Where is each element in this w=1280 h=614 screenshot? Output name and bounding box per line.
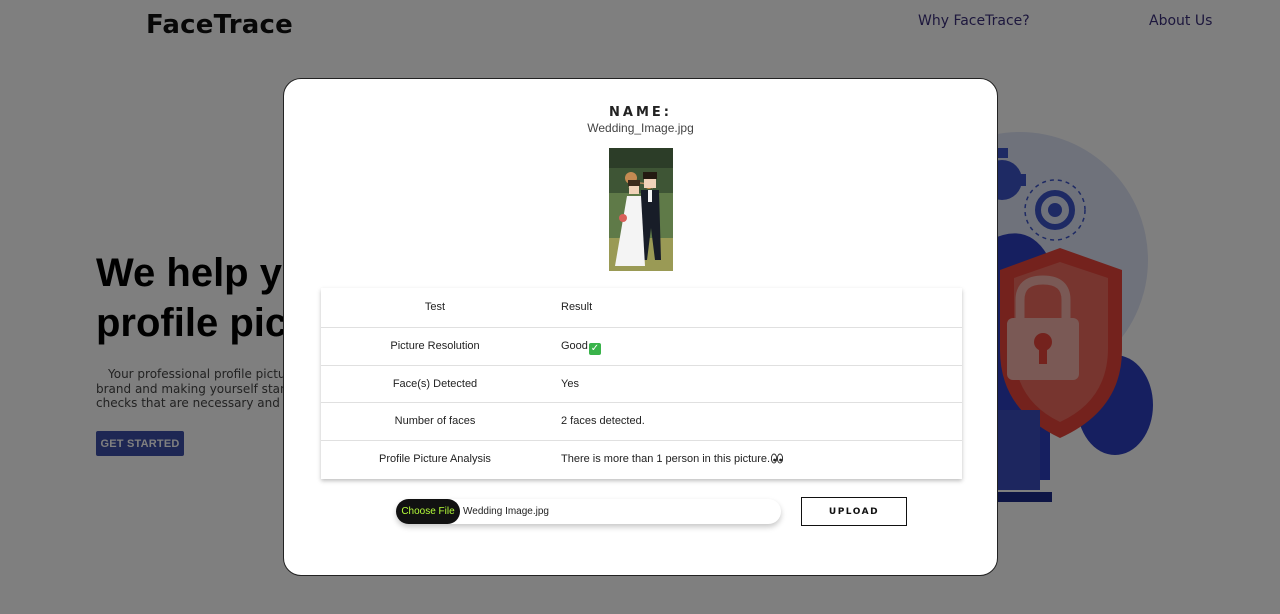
column-header-result: Result [561, 301, 593, 313]
file-name: Wedding_Image.jpg [587, 121, 694, 135]
test-result: Good ✓ [561, 340, 601, 355]
test-name: Picture Resolution [390, 340, 480, 352]
table-row: Profile Picture Analysis There is more t… [321, 441, 962, 479]
test-name: Number of faces [394, 415, 476, 427]
test-name: Profile Picture Analysis [379, 453, 491, 465]
table-header-row: Test Result [321, 288, 962, 328]
choose-file-button[interactable]: Choose File [396, 499, 460, 524]
result-text: Good [561, 340, 588, 352]
uploaded-image-preview [609, 148, 673, 271]
result-text: There is more than 1 person in this pict… [561, 453, 771, 465]
upload-button[interactable]: UPLOAD [801, 497, 907, 526]
results-table: Test Result Picture Resolution Good ✓ Fac… [321, 288, 962, 479]
eyes-icon [771, 453, 784, 464]
test-result: 2 faces detected. [561, 415, 645, 427]
analysis-modal: NAME: Wedding_Image.jpg Test Result Pict… [283, 78, 998, 576]
column-header-test: Test [424, 301, 446, 313]
test-result: Yes [561, 378, 579, 390]
chosen-file-name: Wedding Image.jpg [463, 506, 549, 517]
name-label: NAME: [609, 105, 672, 120]
table-row: Number of faces 2 faces detected. [321, 403, 962, 441]
check-mark-icon: ✓ [588, 343, 601, 355]
table-row: Picture Resolution Good ✓ [321, 328, 962, 366]
test-name: Face(s) Detected [392, 378, 478, 390]
table-row: Face(s) Detected Yes [321, 366, 962, 403]
file-input[interactable]: Choose File Wedding Image.jpg [396, 499, 781, 524]
test-result: There is more than 1 person in this pict… [561, 453, 784, 465]
